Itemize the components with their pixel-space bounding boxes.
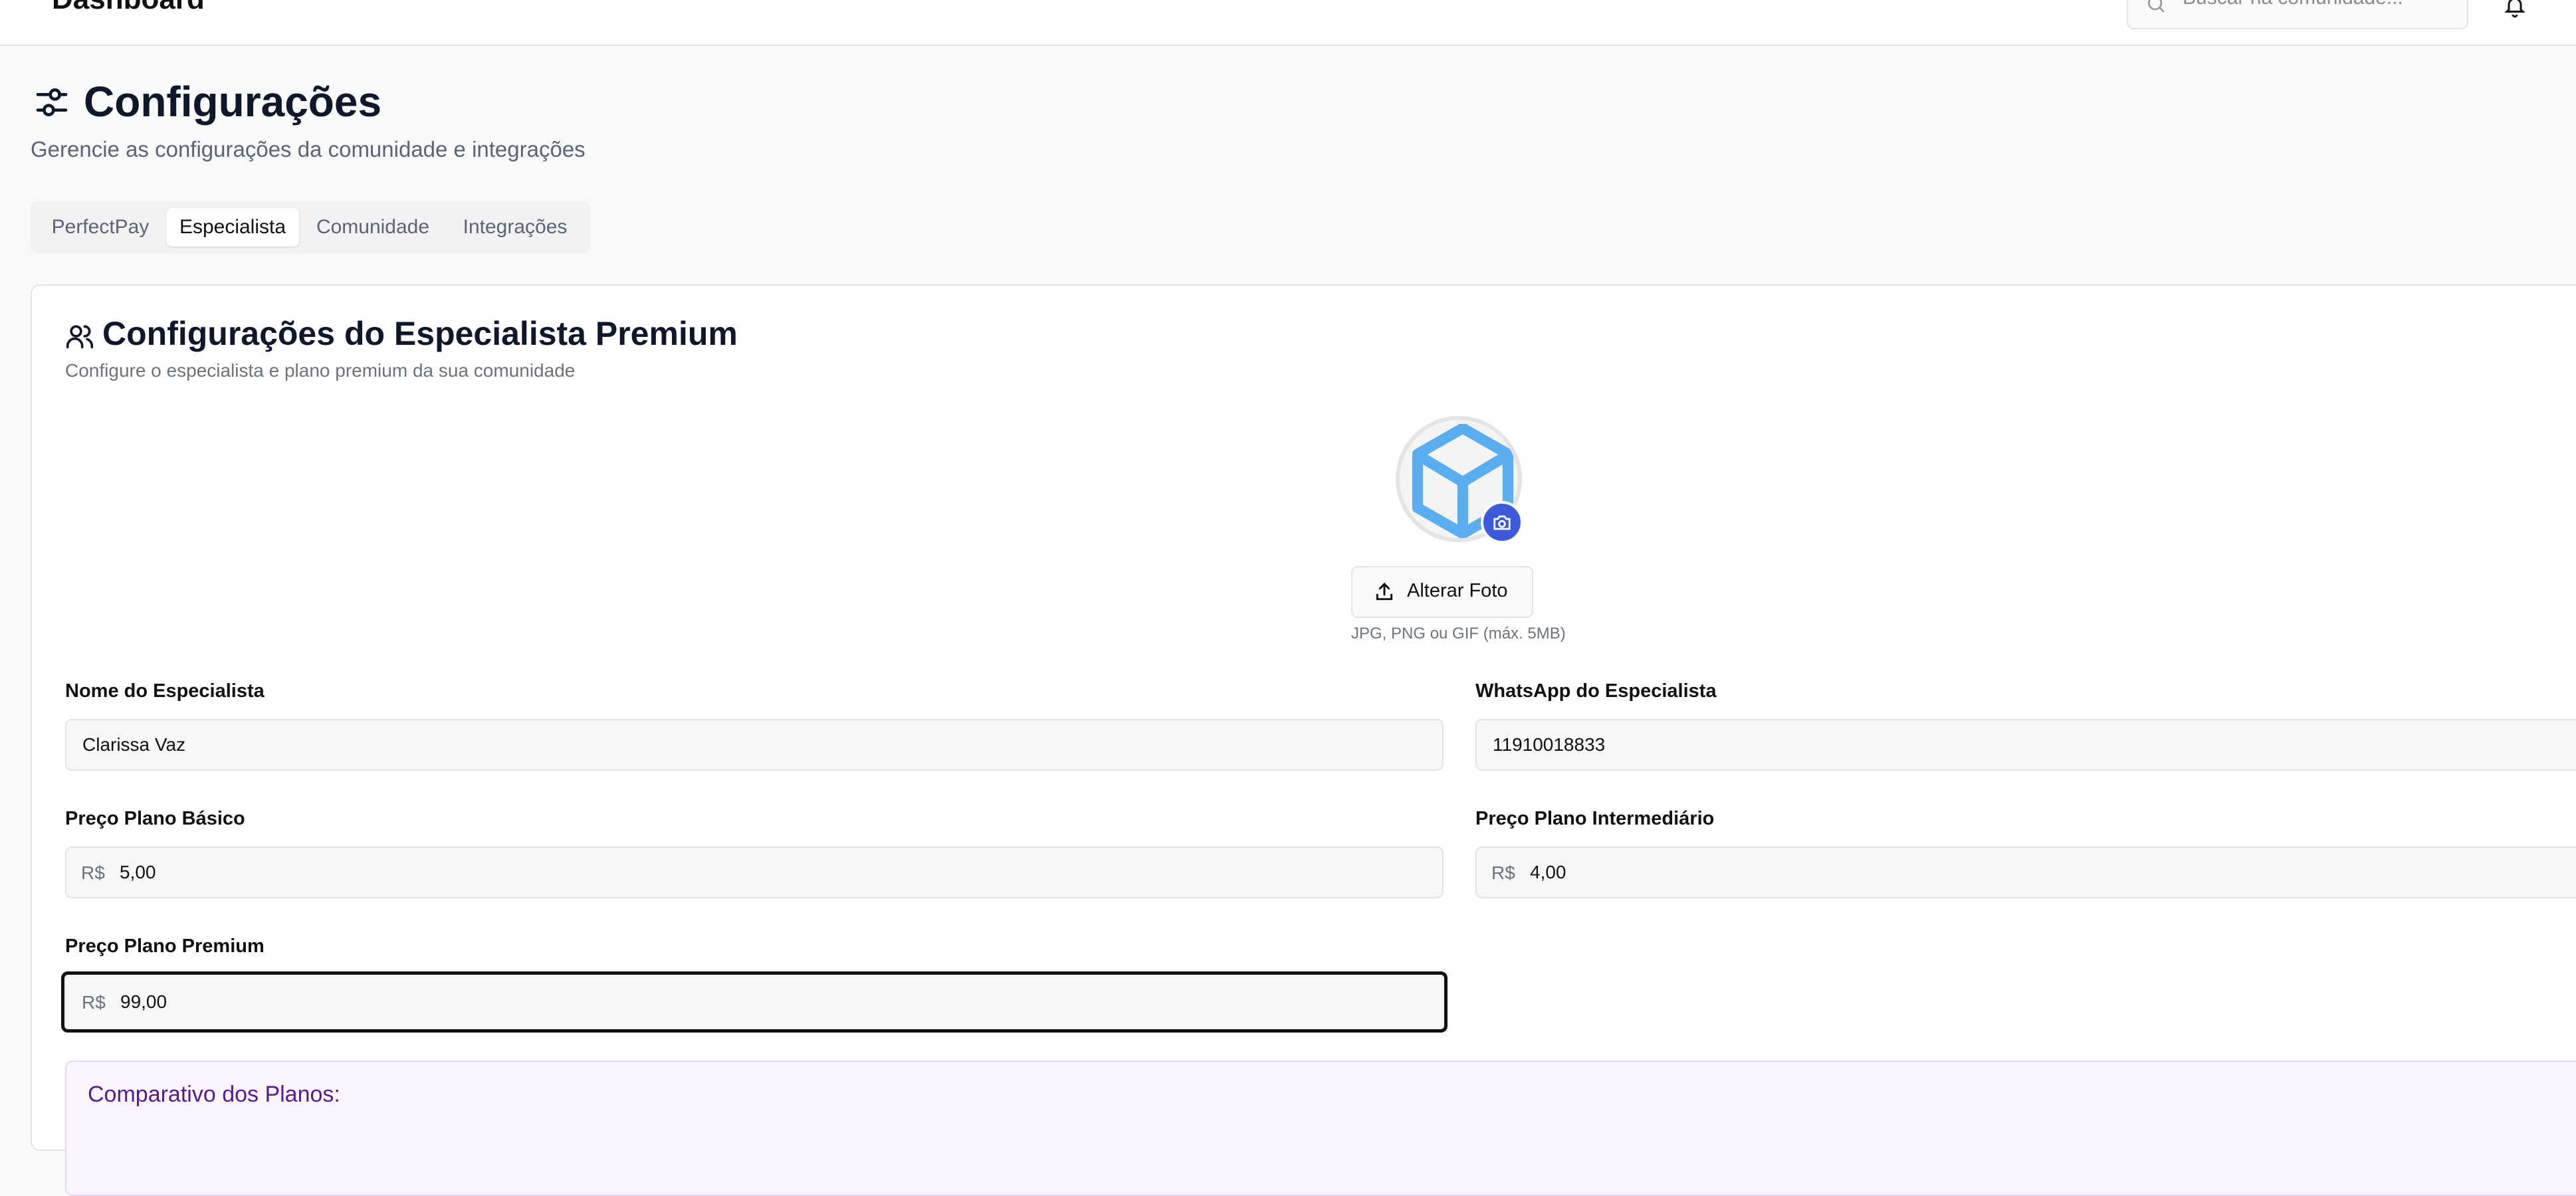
app-title: Dashboard <box>52 0 205 16</box>
upload-hint: JPG, PNG ou GIF (máx. 5MB) <box>1351 625 1566 643</box>
specialist-name-input[interactable] <box>82 720 1425 769</box>
intermediate-price-label: Preço Plano Intermediário <box>1475 808 1715 829</box>
premium-price-input[interactable] <box>120 975 1423 1029</box>
settings-tabs: PerfectPay Especialista Comunidade Integ… <box>31 201 590 253</box>
whatsapp-label: WhatsApp do Especialista <box>1475 680 1717 702</box>
upload-icon <box>1376 582 1393 601</box>
card-subtitle: Configure o especialista e plano premium… <box>65 360 576 381</box>
tab-especialista[interactable]: Especialista <box>166 208 299 247</box>
currency-prefix: R$ <box>1491 862 1515 883</box>
camera-icon <box>1493 515 1511 530</box>
bell-icon[interactable] <box>2503 0 2527 19</box>
specialist-settings-card: Configurações do Especialista Premium Co… <box>31 284 2576 1196</box>
basic-price-label: Preço Plano Básico <box>65 808 245 829</box>
premium-price-field[interactable]: R$ <box>61 971 1448 1033</box>
tab-integracoes[interactable]: Integrações <box>447 208 584 247</box>
search-input[interactable]: Buscar na comunidade... <box>2183 0 2403 9</box>
change-photo-button[interactable]: Alterar Foto <box>1351 566 1533 618</box>
whatsapp-input[interactable] <box>1493 720 2556 769</box>
tab-comunidade[interactable]: Comunidade <box>302 208 444 247</box>
whatsapp-field[interactable] <box>1475 719 2576 771</box>
basic-price-field[interactable]: R$ <box>65 847 1444 898</box>
camera-button[interactable] <box>1481 501 1523 544</box>
intermediate-price-input[interactable] <box>1530 848 2567 897</box>
change-photo-label: Alterar Foto <box>1407 580 1508 601</box>
currency-prefix: R$ <box>81 862 105 883</box>
top-bar: Dashboard Buscar na comunidade... <box>0 0 2576 46</box>
users-icon <box>66 325 94 349</box>
basic-price-input[interactable] <box>120 848 1422 897</box>
search-box[interactable]: Buscar na comunidade... <box>2127 0 2468 29</box>
card-title: Configurações do Especialista Premium <box>102 315 738 352</box>
specialist-name-label: Nome do Especialista <box>65 680 265 702</box>
plans-comparison-title: Comparativo dos Planos: <box>88 1082 340 1107</box>
page-title: Configurações <box>84 78 382 126</box>
plans-comparison-box: Comparativo dos Planos: <box>65 1060 2576 1196</box>
currency-prefix: R$ <box>82 992 106 1013</box>
premium-price-label: Preço Plano Premium <box>65 936 265 957</box>
search-icon <box>2148 0 2165 13</box>
tab-perfectpay[interactable]: PerfectPay <box>37 208 163 247</box>
sliders-icon <box>36 88 68 117</box>
intermediate-price-field[interactable]: R$ <box>1475 847 2576 898</box>
page-subtitle: Gerencie as configurações da comunidade … <box>31 137 586 161</box>
specialist-name-field[interactable] <box>65 719 1444 771</box>
